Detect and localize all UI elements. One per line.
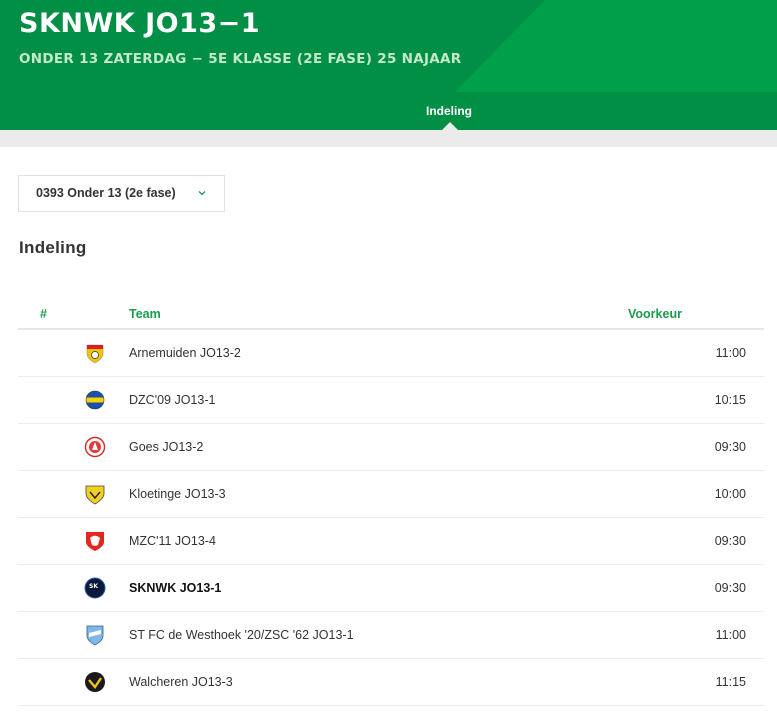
chevron-down-icon xyxy=(198,191,206,196)
column-header-team[interactable]: Team xyxy=(129,307,161,321)
team-logo-walcheren-icon xyxy=(85,672,105,692)
tab-bar: Indeling xyxy=(0,92,777,130)
svg-text:SK: SK xyxy=(89,583,98,590)
table-row[interactable]: DZC'09 JO13-1 10:15 xyxy=(18,377,764,424)
table-row-own-team[interactable]: SK SKNWK JO13-1 09:30 xyxy=(18,565,764,612)
team-logo-mzc11-icon xyxy=(86,532,104,551)
team-name[interactable]: Arnemuiden JO13-2 xyxy=(129,346,241,360)
column-header-number[interactable]: # xyxy=(40,307,47,321)
active-tab-indicator xyxy=(441,122,459,131)
table-row[interactable]: ST FC de Westhoek '20/ZSC '62 JO13-1 11:… xyxy=(18,612,764,659)
poule-select-value: 0393 Onder 13 (2e fase) xyxy=(36,186,176,200)
table-row[interactable]: Goes JO13-2 09:30 xyxy=(18,424,764,471)
page-title: SKNWK JO13−1 xyxy=(19,8,261,39)
preference-time: 09:30 xyxy=(714,534,746,548)
team-name[interactable]: Goes JO13-2 xyxy=(129,440,203,454)
table-header: # Team Voorkeur xyxy=(18,298,764,330)
team-name[interactable]: MZC'11 JO13-4 xyxy=(129,534,216,548)
table-row[interactable]: Arnemuiden JO13-2 11:00 xyxy=(18,330,764,377)
table-row[interactable]: MZC'11 JO13-4 09:30 xyxy=(18,518,764,565)
page-subtitle: ONDER 13 ZATERDAG − 5E KLASSE (2E FASE) … xyxy=(19,51,462,67)
preference-time: 09:30 xyxy=(714,440,746,454)
tab-bar-underline xyxy=(0,130,777,147)
team-logo-goes-icon xyxy=(84,436,106,458)
page-header: SKNWK JO13−1 ONDER 13 ZATERDAG − 5E KLAS… xyxy=(0,0,777,92)
team-name[interactable]: SKNWK JO13-1 xyxy=(129,581,221,595)
team-logo-kloetinge-icon xyxy=(85,485,105,505)
table-row[interactable]: Kloetinge JO13-3 10:00 xyxy=(18,471,764,518)
team-name[interactable]: DZC'09 JO13-1 xyxy=(129,393,215,407)
preference-time: 09:30 xyxy=(714,581,746,595)
tab-indeling[interactable]: Indeling xyxy=(418,104,480,118)
team-logo-sknwk-icon: SK xyxy=(84,577,106,599)
team-logo-dzc09-icon xyxy=(85,390,105,410)
preference-time: 10:00 xyxy=(714,487,746,501)
section-title: Indeling xyxy=(19,238,87,257)
column-header-preference[interactable]: Voorkeur xyxy=(628,307,682,321)
table-row[interactable]: Walcheren JO13-3 11:15 xyxy=(18,659,764,706)
preference-time: 11:15 xyxy=(715,675,746,689)
team-logo-arnemuiden-icon xyxy=(86,344,104,364)
preference-time: 11:00 xyxy=(715,628,746,642)
team-name[interactable]: Walcheren JO13-3 xyxy=(129,675,233,689)
preference-time: 11:00 xyxy=(715,346,746,360)
team-logo-westhoek-icon xyxy=(86,625,104,646)
team-name[interactable]: Kloetinge JO13-3 xyxy=(129,487,226,501)
team-name[interactable]: ST FC de Westhoek '20/ZSC '62 JO13-1 xyxy=(129,628,354,642)
preference-time: 10:15 xyxy=(714,393,746,407)
standings-table: # Team Voorkeur Arnemuiden JO13-2 11:00 … xyxy=(18,298,764,706)
poule-select[interactable]: 0393 Onder 13 (2e fase) xyxy=(18,175,225,212)
